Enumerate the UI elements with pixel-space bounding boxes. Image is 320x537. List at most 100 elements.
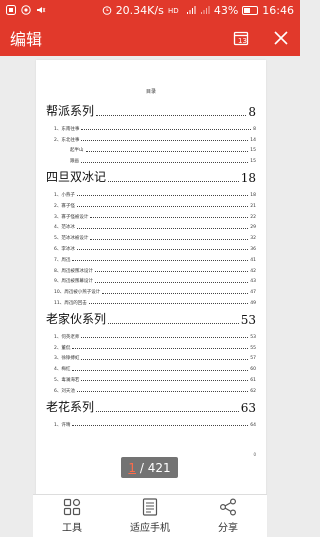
toc-entry[interactable]: 2、东北往事 14 [46, 132, 256, 143]
toc-entry[interactable]: 跟画 15 [46, 153, 256, 164]
mute-icon [37, 7, 46, 13]
toc-entry-page: 36 [250, 246, 256, 252]
toc-entry-label: 7、周迅 [54, 257, 71, 263]
toc-entry[interactable]: 2、寡子怪 21 [46, 198, 256, 209]
app-notification-icon-2 [21, 5, 31, 15]
toc-leader-dots [81, 140, 249, 142]
toc-section-heading[interactable]: 四旦双冰记 18 [46, 168, 256, 185]
toc-leader-dots [85, 150, 249, 152]
toc-entry[interactable]: 6、李冰冰 36 [46, 241, 256, 252]
share-icon [219, 498, 237, 516]
toc-section-page: 53 [240, 312, 256, 327]
close-button[interactable] [272, 29, 290, 47]
toc-entry[interactable]: 11、周迅的回击 49 [46, 295, 256, 306]
fit-phone-button[interactable]: 适应手机 [111, 495, 189, 537]
toc-entry[interactable]: 3、徐铮搏虹 57 [46, 351, 256, 362]
toc-leader-dots [76, 195, 249, 197]
toc-entry-label: 1、小燕子 [54, 192, 75, 198]
toc-section-heading[interactable]: 老家伙系列 53 [46, 310, 256, 327]
toc-entry[interactable]: 8、周迅被叛冰设计 42 [46, 263, 256, 274]
fit-page-button[interactable]: 13 [232, 29, 250, 47]
toc-leader-dots [72, 425, 249, 427]
toc-entry[interactable]: 10、周迅被小燕子设计 47 [46, 284, 256, 295]
toc-entry[interactable]: 9、周迅被叛幕设计 43 [46, 274, 256, 284]
toc-entry-label: 10、周迅被小燕子设计 [54, 290, 101, 296]
toc-entry-page: 62 [250, 388, 256, 394]
svg-text:13: 13 [238, 37, 247, 45]
toc-entry[interactable]: 3、寡子怪被设计 22 [46, 209, 256, 220]
app-bar: 编辑 13 [0, 20, 300, 56]
toc-entry-page: 21 [250, 203, 256, 209]
toc-entry-page: 32 [250, 236, 256, 242]
page-indicator[interactable]: 1 / 421 [121, 457, 178, 478]
toc-entry-page: 15 [250, 148, 256, 154]
toc-entry[interactable]: 1、东南往事 8 [46, 121, 256, 132]
status-bar: 20.34K/s HD 43% 16:46 [0, 0, 300, 20]
toc-entry[interactable]: 2、董侃 55 [46, 340, 256, 351]
toc-entry[interactable]: 4、范冰冰 29 [46, 220, 256, 231]
document-fit-icon [142, 498, 158, 516]
app-notification-icon [6, 5, 16, 15]
toc-entry-label: 3、徐铮搏虹 [54, 356, 80, 362]
share-label: 分享 [218, 523, 238, 534]
toc-entry-page: 61 [250, 377, 256, 383]
current-page: 1 [128, 460, 137, 475]
toc-entry-page: 8 [253, 126, 256, 132]
toc-entry-label: 6、刘天池 [54, 388, 75, 394]
toc-entry-label: 4、梅红 [54, 367, 71, 373]
signal-icon [186, 6, 196, 14]
toc-section-heading[interactable]: 老花系列 63 [46, 398, 256, 415]
toc-leader-dots [76, 206, 249, 208]
toc-entry[interactable]: 5、毒澜海若 61 [46, 372, 256, 383]
fit-page-icon: 13 [233, 31, 249, 46]
toc-entry-page: 29 [250, 225, 256, 231]
toc-leader-dots [94, 281, 249, 283]
toc-entry-page: 15 [250, 159, 256, 165]
toc-entry[interactable]: 1、小燕子 18 [46, 187, 256, 198]
toc-entry-page: 18 [250, 192, 256, 198]
toc-entry-page: 60 [250, 367, 256, 373]
toc-entry[interactable]: 4、梅红 60 [46, 361, 256, 372]
signal-icon-2 [200, 6, 210, 14]
toc-entry-label: 2、寡子怪 [54, 203, 75, 209]
toc-section-title: 老花系列 [46, 399, 95, 414]
toc-leader-dots [81, 337, 249, 339]
battery-percent: 43% [213, 3, 239, 17]
toc-entry[interactable]: 1、何英老师 53 [46, 329, 256, 340]
toc-entry[interactable]: 起半山 15 [46, 143, 256, 154]
toc-entry[interactable]: 7、周迅 41 [46, 252, 256, 263]
page-footer-number: 0 [253, 452, 256, 457]
toc-leader-dots [90, 217, 249, 219]
clock: 16:46 [262, 3, 294, 17]
network-speed: 20.34K/s [115, 3, 164, 17]
share-button[interactable]: 分享 [189, 495, 267, 537]
toc-entry[interactable]: 6、刘天池 62 [46, 383, 256, 394]
appbar-actions: 13 [232, 29, 290, 47]
status-left [6, 5, 46, 15]
toc-entry-label: 3、寡子怪被设计 [54, 214, 89, 220]
toc-leader-dots [76, 227, 249, 229]
tools-button[interactable]: 工具 [33, 495, 111, 537]
toc-entry-page: 49 [250, 300, 256, 306]
toc-leader-dots [96, 410, 239, 412]
toc-entry[interactable]: 1、许晴 64 [46, 417, 256, 428]
svg-text:HD: HD [168, 7, 179, 15]
toc-entry-label: 1、许晴 [54, 422, 71, 428]
toc-section-page: 8 [248, 105, 256, 119]
tools-label: 工具 [62, 523, 82, 534]
toc-entry[interactable]: 5、范冰冰被设计 32 [46, 230, 256, 241]
toc-leader-dots [96, 115, 247, 116]
toc-heading: 目录 [145, 89, 156, 95]
toc-leader-dots [81, 358, 249, 360]
toc-entry-label: 5、毒澜海若 [54, 377, 80, 383]
toc-entry-label: 11、周迅的回击 [54, 300, 87, 306]
page-separator: / [136, 460, 148, 475]
toc-entry-label: 1、何英老师 [54, 334, 80, 340]
toc-entry-page: 14 [250, 137, 256, 143]
page-title: 编辑 [10, 30, 43, 49]
toc-section-heading[interactable]: 帮派系列 8 [46, 102, 256, 119]
toc-leader-dots [108, 181, 239, 183]
close-icon [274, 31, 288, 45]
toc-leader-dots [72, 369, 249, 371]
toc-leader-dots [102, 292, 249, 294]
